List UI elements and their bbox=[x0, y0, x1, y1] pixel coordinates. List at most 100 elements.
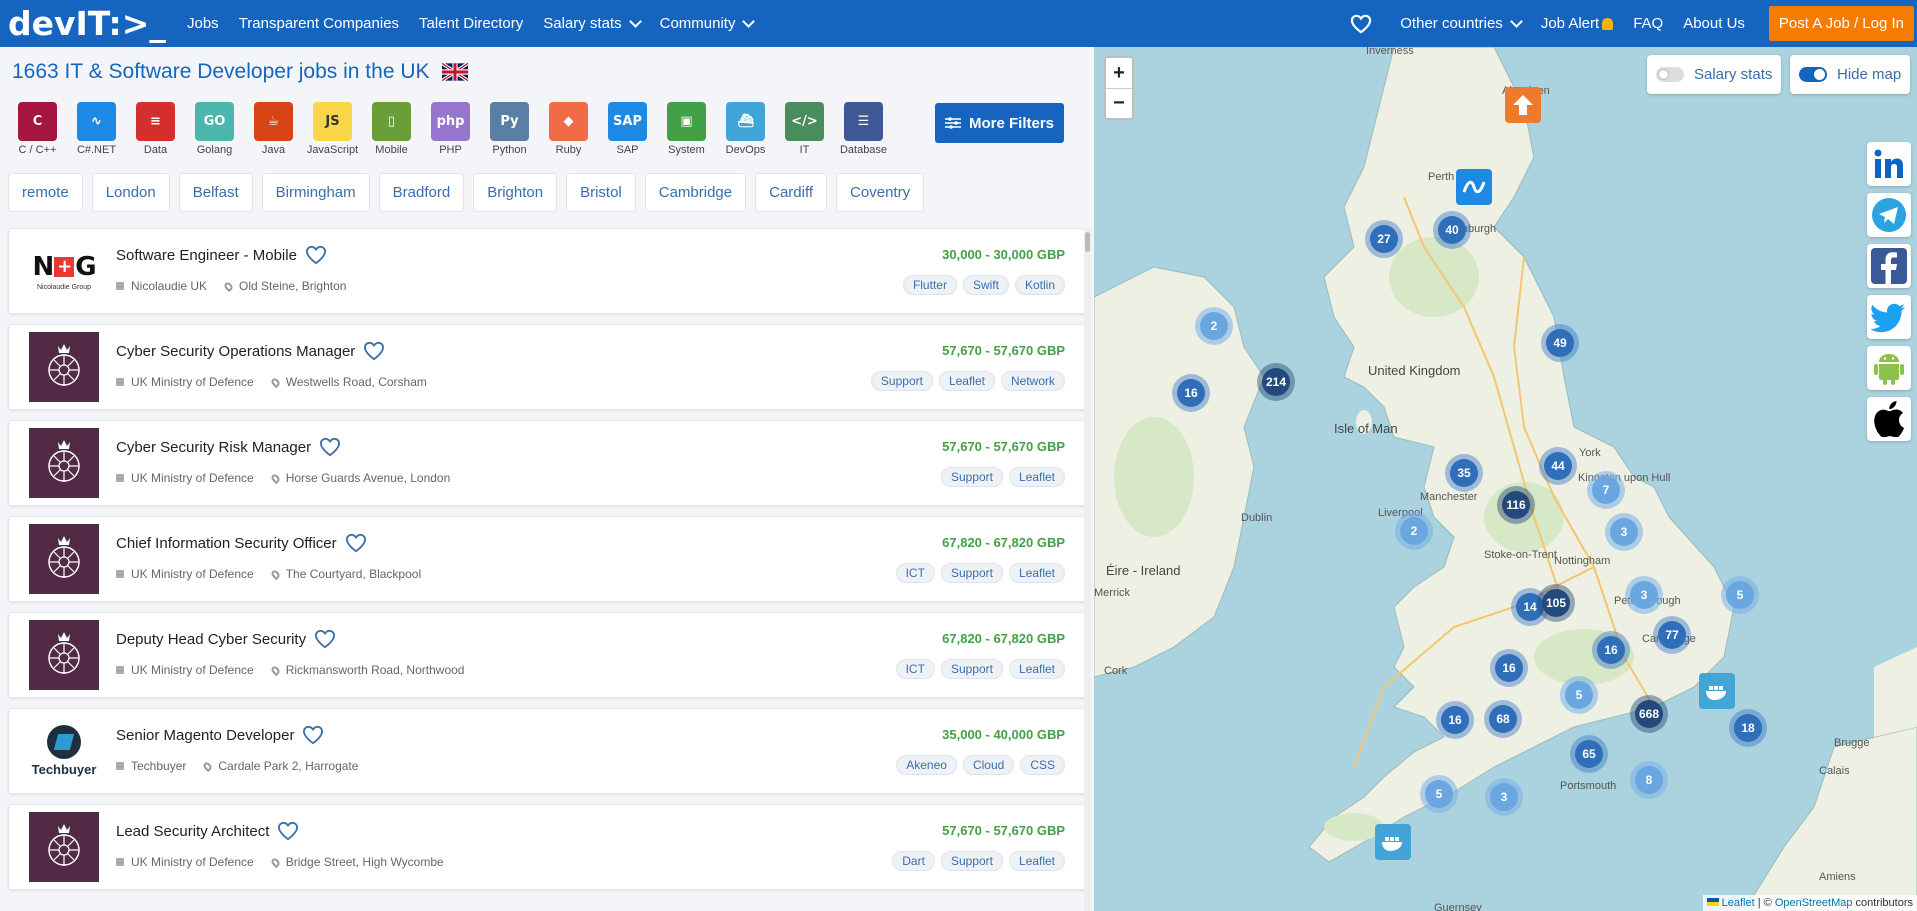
skill-tag[interactable]: Dart bbox=[892, 851, 935, 871]
nav-community[interactable]: Community bbox=[660, 14, 756, 32]
map-cluster[interactable]: 116 bbox=[1497, 486, 1535, 524]
job-title[interactable]: Chief Information Security Officer bbox=[116, 535, 337, 552]
skill-tag[interactable]: Leaflet bbox=[938, 371, 995, 391]
map-cluster[interactable]: 214 bbox=[1257, 363, 1295, 401]
map-cluster[interactable]: 2 bbox=[1195, 307, 1233, 345]
nav-transparent-companies[interactable]: Transparent Companies bbox=[239, 15, 399, 32]
save-job-heart-icon[interactable] bbox=[302, 725, 324, 745]
company-name[interactable]: UK Ministry of Defence bbox=[131, 471, 254, 485]
skill-tag[interactable]: Leaflet bbox=[1008, 851, 1065, 871]
tech-filter-dotnet[interactable]: ∿ C#.NET bbox=[67, 102, 126, 156]
company-logo[interactable] bbox=[29, 332, 99, 402]
save-job-heart-icon[interactable] bbox=[345, 533, 367, 553]
osm-link[interactable]: OpenStreetMap bbox=[1775, 897, 1853, 909]
map-cluster[interactable]: 2 bbox=[1395, 512, 1433, 550]
map-cluster[interactable]: 16 bbox=[1592, 631, 1630, 669]
tech-filter-sap[interactable]: SAP SAP bbox=[598, 102, 657, 156]
company-marker[interactable] bbox=[1699, 673, 1735, 709]
map-cluster[interactable]: 49 bbox=[1541, 324, 1579, 362]
facebook-link[interactable] bbox=[1867, 244, 1911, 288]
map-cluster[interactable]: 8 bbox=[1630, 761, 1668, 799]
favorites-heart-icon[interactable] bbox=[1350, 14, 1372, 34]
company-name[interactable]: UK Ministry of Defence bbox=[131, 567, 254, 581]
map-cluster[interactable]: 7 bbox=[1587, 471, 1625, 509]
zoom-in-button[interactable]: + bbox=[1106, 58, 1132, 88]
job-card[interactable]: N + G Nicolaudie Group Software Engineer - M… bbox=[8, 228, 1086, 314]
map-cluster[interactable]: 668 bbox=[1630, 695, 1668, 733]
job-title[interactable]: Lead Security Architect bbox=[116, 823, 269, 840]
skill-tag[interactable]: Support bbox=[940, 563, 1003, 583]
job-card[interactable]: Cyber Security Operations Manager UK Mini… bbox=[8, 324, 1086, 410]
android-link[interactable] bbox=[1867, 346, 1911, 390]
skill-tag[interactable]: CSS bbox=[1020, 755, 1065, 775]
job-card[interactable]: Techbuyer Senior Magento Developer Techbuy… bbox=[8, 708, 1086, 794]
map-cluster[interactable]: 16 bbox=[1436, 701, 1474, 739]
map-cluster[interactable]: 5 bbox=[1560, 676, 1598, 714]
nav-other-countries[interactable]: Other countries bbox=[1400, 14, 1523, 32]
job-title[interactable]: Software Engineer - Mobile bbox=[116, 247, 297, 264]
city-filter-brighton[interactable]: Brighton bbox=[473, 173, 558, 212]
jobs-map[interactable]: Inverness Aberdeen Perth Edinburgh Unite… bbox=[1094, 47, 1917, 911]
skill-tag[interactable]: Network bbox=[1000, 371, 1065, 391]
twitter-link[interactable] bbox=[1867, 295, 1911, 339]
company-marker[interactable] bbox=[1505, 87, 1541, 123]
site-logo[interactable]: devIT:>_ bbox=[8, 4, 173, 43]
tech-filter-java[interactable]: ☕ Java bbox=[244, 102, 303, 156]
salary-stats-toggle[interactable]: Salary stats bbox=[1647, 55, 1782, 94]
city-filter-belfast[interactable]: Belfast bbox=[178, 173, 253, 212]
hide-map-toggle[interactable]: Hide map bbox=[1790, 55, 1911, 94]
job-card[interactable]: Lead Security Architect UK Ministry of De… bbox=[8, 804, 1086, 890]
city-filter-birmingham[interactable]: Birmingham bbox=[261, 173, 370, 212]
nav-jobs[interactable]: Jobs bbox=[187, 15, 219, 32]
skill-tag[interactable]: Leaflet bbox=[1008, 563, 1065, 583]
map-cluster[interactable]: 5 bbox=[1420, 775, 1458, 813]
more-filters-button[interactable]: More Filters bbox=[935, 103, 1064, 143]
save-job-heart-icon[interactable] bbox=[305, 245, 327, 265]
city-filter-cardiff[interactable]: Cardiff bbox=[755, 173, 828, 212]
skill-tag[interactable]: Flutter bbox=[902, 275, 957, 295]
nav-about-us[interactable]: About Us bbox=[1683, 15, 1745, 32]
map-cluster[interactable]: 35 bbox=[1445, 454, 1483, 492]
map-cluster[interactable]: 16 bbox=[1490, 649, 1528, 687]
company-name[interactable]: Nicolaudie UK bbox=[131, 279, 207, 293]
scrollbar-thumb[interactable] bbox=[1085, 232, 1090, 252]
tech-filter-golang[interactable]: GO Golang bbox=[185, 102, 244, 156]
city-filter-london[interactable]: London bbox=[91, 173, 170, 212]
tech-filter-ruby[interactable]: ◆ Ruby bbox=[539, 102, 598, 156]
skill-tag[interactable]: Support bbox=[870, 371, 933, 391]
skill-tag[interactable]: Leaflet bbox=[1008, 659, 1065, 679]
tech-filter-javascript[interactable]: JS JavaScript bbox=[303, 102, 362, 156]
job-title[interactable]: Senior Magento Developer bbox=[116, 727, 294, 744]
job-card[interactable]: Deputy Head Cyber Security UK Ministry of… bbox=[8, 612, 1086, 698]
job-list-scrollbar[interactable] bbox=[1084, 228, 1091, 911]
save-job-heart-icon[interactable] bbox=[277, 821, 299, 841]
tech-filter-data[interactable]: ≡ Data bbox=[126, 102, 185, 156]
map-cluster[interactable]: 105 bbox=[1537, 584, 1575, 622]
city-filter-coventry[interactable]: Coventry bbox=[836, 173, 925, 212]
map-cluster[interactable]: 27 bbox=[1365, 220, 1403, 258]
tech-filter-php[interactable]: php PHP bbox=[421, 102, 480, 156]
nav-faq[interactable]: FAQ bbox=[1633, 15, 1663, 32]
tech-filter-devops[interactable]: ⛴ DevOps bbox=[716, 102, 775, 156]
map-cluster[interactable]: 3 bbox=[1485, 778, 1523, 816]
company-name[interactable]: Techbuyer bbox=[131, 759, 186, 773]
city-filter-cambridge[interactable]: Cambridge bbox=[644, 173, 747, 212]
company-name[interactable]: UK Ministry of Defence bbox=[131, 375, 254, 389]
job-card[interactable]: Chief Information Security Officer UK Min… bbox=[8, 516, 1086, 602]
leaflet-link[interactable]: Leaflet bbox=[1722, 897, 1755, 909]
company-logo[interactable] bbox=[29, 428, 99, 498]
city-filter-remote[interactable]: remote bbox=[8, 173, 83, 212]
job-title[interactable]: Cyber Security Risk Manager bbox=[116, 439, 311, 456]
map-cluster[interactable]: 3 bbox=[1605, 513, 1643, 551]
save-job-heart-icon[interactable] bbox=[319, 437, 341, 457]
tech-filter-python[interactable]: Py Python bbox=[480, 102, 539, 156]
skill-tag[interactable]: Cloud bbox=[962, 755, 1015, 775]
skill-tag[interactable]: Support bbox=[940, 659, 1003, 679]
map-cluster[interactable]: 3 bbox=[1625, 576, 1663, 614]
tech-filter-mobile[interactable]: ▯ Mobile bbox=[362, 102, 421, 156]
telegram-link[interactable] bbox=[1867, 193, 1911, 237]
map-cluster[interactable]: 5 bbox=[1721, 576, 1759, 614]
map-cluster[interactable]: 18 bbox=[1729, 709, 1767, 747]
save-job-heart-icon[interactable] bbox=[314, 629, 336, 649]
map-cluster[interactable]: 40 bbox=[1433, 211, 1471, 249]
